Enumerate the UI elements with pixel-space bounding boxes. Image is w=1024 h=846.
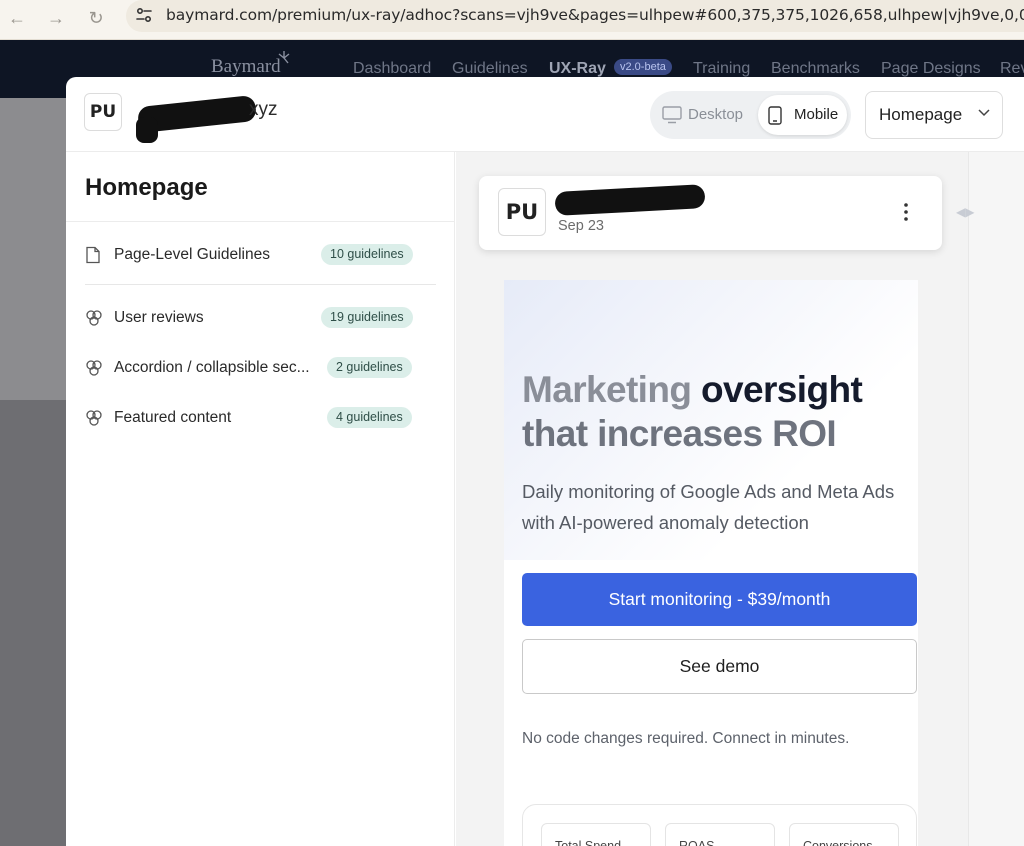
beta-badge: v2.0-beta — [614, 59, 672, 75]
page-select-value: Homepage — [879, 105, 963, 124]
headline-part: oversight — [701, 369, 863, 410]
backdrop[interactable] — [0, 98, 66, 400]
site-logo[interactable]: Baymard — [211, 56, 281, 78]
nav-page-designs[interactable]: Page Designs — [881, 60, 981, 78]
screenshot-card: PU Sep 23 — [479, 176, 942, 250]
sidebar-item-accordion[interactable]: Accordion / collapsible sec... 2 guideli… — [85, 356, 425, 382]
site-name: xyz — [249, 99, 278, 120]
logo-mark-icon — [278, 51, 290, 64]
desktop-label: Desktop — [688, 106, 744, 123]
nav-reviews[interactable]: Rev — [1000, 60, 1024, 78]
sidebar-item-featured-content[interactable]: Featured content 4 guidelines — [85, 406, 425, 432]
nav-training[interactable]: Training — [693, 60, 750, 78]
address-bar[interactable]: baymard.com/premium/ux-ray/adhoc?scans=v… — [126, 0, 1024, 32]
site-avatar: PU — [498, 188, 546, 236]
site-settings-icon[interactable] — [134, 5, 154, 25]
url-text[interactable]: baymard.com/premium/ux-ray/adhoc?scans=v… — [166, 6, 1024, 24]
nav-dashboard[interactable]: Dashboard — [353, 60, 431, 78]
browser-toolbar: ← → ↻ baymard.com/premium/ux-ray/adhoc?s… — [0, 0, 1024, 40]
site-avatar: PU — [84, 93, 122, 131]
divider — [85, 284, 436, 285]
start-monitoring-button[interactable]: Start monitoring - $39/month — [522, 573, 917, 626]
stat-roas: ROAS — [665, 823, 775, 846]
sidebar-item-label: Featured content — [114, 409, 232, 426]
mobile-toggle-button[interactable]: Mobile — [758, 95, 847, 135]
redaction-mark — [554, 184, 706, 216]
sidebar-title: Homepage — [85, 174, 208, 201]
headline-part: that increases ROI — [522, 413, 837, 454]
forward-icon[interactable]: → — [43, 5, 69, 31]
mobile-page-screenshot: Marketing oversight that increases ROI D… — [504, 280, 918, 846]
stats-panel: Total Spend ROAS Conversions — [522, 804, 917, 846]
desktop-toggle-button[interactable]: Desktop — [654, 95, 754, 135]
mobile-label: Mobile — [794, 106, 839, 123]
redaction-mark — [136, 117, 158, 143]
guideline-count-badge: 19 guidelines — [321, 307, 413, 328]
sidebar-item-user-reviews[interactable]: User reviews 19 guidelines — [85, 306, 425, 332]
guideline-count-badge: 2 guidelines — [327, 357, 412, 378]
ux-ray-modal: PU xyz Desktop Mobile Homepage Homepage … — [66, 77, 1024, 846]
document-icon — [86, 246, 100, 264]
mobile-icon — [768, 106, 782, 125]
device-toggle: Desktop Mobile — [650, 91, 851, 139]
see-demo-button[interactable]: See demo — [522, 639, 917, 694]
back-icon[interactable]: ← — [4, 5, 30, 31]
sidebar-item-label: Page-Level Guidelines — [114, 246, 270, 263]
reload-icon[interactable]: ↻ — [83, 5, 109, 31]
sidebar-item-page-level-guidelines[interactable]: Page-Level Guidelines 10 guidelines — [85, 243, 425, 269]
component-icon — [86, 360, 102, 376]
scan-date: Sep 23 — [558, 218, 604, 234]
stat-total-spend: Total Spend — [541, 823, 651, 846]
modal-header: PU xyz Desktop Mobile Homepage — [66, 77, 1024, 152]
preview-gutter — [968, 152, 1024, 846]
guideline-count-badge: 4 guidelines — [327, 407, 412, 428]
sidebar-item-label: Accordion / collapsible sec... — [114, 359, 310, 376]
divider — [66, 221, 455, 222]
guideline-count-badge: 10 guidelines — [321, 244, 413, 265]
hero-headline: Marketing oversight that increases ROI — [522, 368, 912, 456]
guidelines-sidebar: Homepage Page-Level Guidelines 10 guidel… — [66, 152, 455, 846]
sidebar-item-label: User reviews — [114, 309, 204, 326]
component-icon — [86, 310, 102, 326]
resize-handle-icon[interactable]: ◀▶ — [956, 205, 974, 219]
more-options-icon[interactable] — [897, 200, 915, 224]
nav-ux-ray[interactable]: UX-Ray — [549, 60, 606, 78]
hero-note: No code changes required. Connect in min… — [522, 730, 850, 747]
page-preview: PU Sep 23 Marketing oversight that incre… — [456, 152, 968, 846]
chevron-down-icon — [978, 109, 990, 117]
nav-benchmarks[interactable]: Benchmarks — [771, 60, 860, 78]
stat-conversions: Conversions — [789, 823, 899, 846]
hero-subtext: Daily monitoring of Google Ads and Meta … — [522, 481, 895, 533]
page-select[interactable]: Homepage — [865, 91, 1003, 139]
headline-part: Marketing — [522, 369, 692, 410]
nav-guidelines[interactable]: Guidelines — [452, 60, 528, 78]
component-icon — [86, 410, 102, 426]
desktop-icon — [662, 106, 682, 124]
